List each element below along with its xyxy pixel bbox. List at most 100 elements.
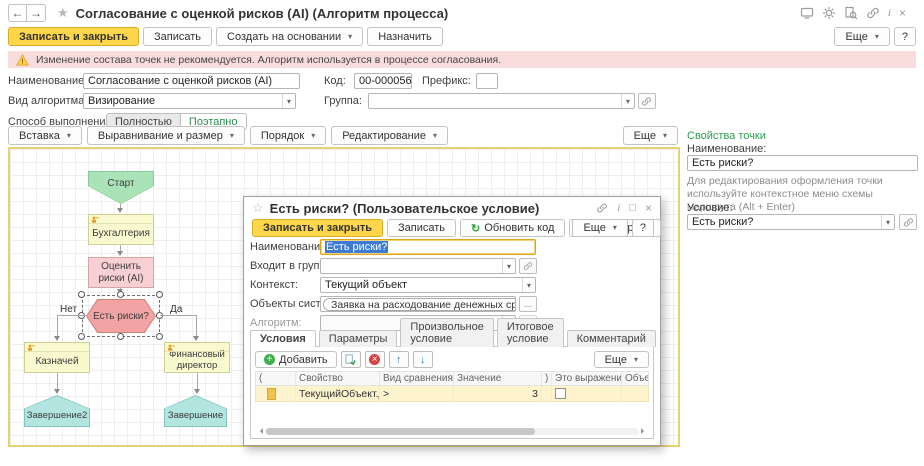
save-button[interactable]: Записать	[143, 27, 212, 46]
link-icon[interactable]	[866, 6, 880, 20]
cell-property[interactable]: ТекущийОбъект.Доп...	[296, 386, 380, 401]
move-up-button[interactable]: ↑	[389, 351, 409, 368]
insert-button[interactable]: Вставка▾	[8, 126, 82, 145]
tab-custom-condition[interactable]: Произвольное условие	[400, 318, 493, 347]
scroll-right-icon[interactable]	[641, 428, 647, 434]
favorite-star-icon[interactable]: ☆	[252, 200, 264, 216]
scrollbar-track[interactable]	[265, 428, 639, 435]
flow-node-decision[interactable]: Есть риски?	[86, 299, 156, 333]
dialog-group-link-button[interactable]	[519, 258, 537, 274]
chevron-down-icon[interactable]: ▾	[621, 94, 630, 108]
settings-gear-icon[interactable]	[822, 6, 836, 20]
cell-close-paren[interactable]	[542, 386, 552, 401]
table-more-button[interactable]: Еще▾	[594, 351, 649, 368]
dialog-group-input[interactable]: ▾	[320, 258, 516, 274]
column-join-with[interactable]: Объединение с	[622, 372, 648, 385]
help-button[interactable]: ?	[894, 27, 916, 46]
chevron-down-icon[interactable]: ▾	[522, 278, 531, 292]
dialog-help-button[interactable]: ?	[632, 219, 654, 237]
selection-handle[interactable]	[156, 291, 163, 298]
flow-node-fin-director[interactable]: Финансовый директор	[164, 342, 230, 373]
horizontal-scrollbar[interactable]	[257, 427, 647, 435]
cell-join-with[interactable]	[622, 386, 648, 401]
copy-row-button[interactable]	[341, 351, 361, 368]
chevron-down-icon[interactable]: ▾	[502, 259, 511, 273]
object-tag[interactable]: Заявка на расходование денежных средств …	[323, 298, 516, 311]
info-icon[interactable]: i	[617, 202, 620, 214]
flow-node-end2[interactable]: Завершение2	[24, 395, 90, 427]
is-expression-checkbox[interactable]	[555, 388, 566, 399]
dialog-save-button[interactable]: Записать	[387, 219, 456, 237]
warning-bar: ! Изменение состава точек не рекомендует…	[8, 51, 916, 68]
align-size-button[interactable]: Выравнивание и размер▾	[87, 126, 245, 145]
save-close-button[interactable]: Записать и закрыть	[8, 27, 139, 46]
maximize-icon[interactable]: □	[629, 202, 636, 214]
dialog-objects-field[interactable]: Заявка на расходование денежных средств …	[320, 296, 516, 312]
column-comparison[interactable]: Вид сравнения	[380, 372, 454, 385]
chevron-down-icon[interactable]: ▾	[881, 215, 890, 229]
table-row[interactable]: ТекущийОбъект.Доп... > 3	[255, 386, 649, 402]
name-input[interactable]: Согласование с оценкой рисков (AI)	[83, 73, 300, 89]
cell-comparison[interactable]: >	[380, 386, 454, 401]
condition-input[interactable]: Есть риски?▾	[687, 214, 895, 230]
display-icon[interactable]	[800, 6, 814, 20]
condition-link-button[interactable]	[899, 214, 917, 230]
chevron-down-icon[interactable]: ▾	[282, 94, 291, 108]
code-input[interactable]: 00-000056	[354, 73, 412, 89]
more-button[interactable]: Еще▾	[834, 27, 889, 46]
tab-comment[interactable]: Комментарий	[567, 330, 656, 347]
group-input[interactable]: ▾	[368, 93, 635, 109]
kind-select[interactable]: Визирование▾	[83, 93, 296, 109]
selection-handle[interactable]	[117, 333, 124, 340]
tab-total-condition[interactable]: Итоговое условие	[497, 318, 564, 347]
scroll-left-icon[interactable]	[257, 428, 263, 434]
table-toolbar: + Добавить × ↑ ↓ Еще▾	[255, 350, 649, 369]
selection-handle[interactable]	[78, 291, 85, 298]
column-is-expression[interactable]: Это выражение	[552, 372, 622, 385]
tab-conditions[interactable]: Условия	[250, 330, 316, 347]
flow-node-assess[interactable]: Оценить риски (AI)	[88, 257, 154, 288]
dialog-name-input[interactable]: Есть риски?	[320, 239, 536, 255]
canvas-more-button[interactable]: Еще▾	[623, 126, 678, 145]
flow-node-end1[interactable]: Завершение	[164, 395, 227, 427]
delete-row-button[interactable]: ×	[365, 351, 385, 368]
selection-handle[interactable]	[117, 291, 124, 298]
edit-button[interactable]: Редактирование▾	[331, 126, 448, 145]
scrollbar-thumb[interactable]	[266, 428, 535, 435]
group-link-button[interactable]	[638, 93, 656, 109]
close-icon[interactable]: ×	[899, 6, 906, 20]
add-row-label: Добавить	[279, 354, 328, 366]
nav-back-button[interactable]: ←	[8, 4, 27, 22]
close-icon[interactable]: ×	[645, 201, 652, 215]
order-button[interactable]: Порядок▾	[250, 126, 326, 145]
assign-button[interactable]: Назначить	[367, 27, 443, 46]
selection-handle[interactable]	[156, 333, 163, 340]
condition-dialog: ☆ Есть риски? (Пользовательское условие)…	[243, 196, 661, 446]
dialog-context-value: Текущий объект	[325, 279, 407, 291]
dialog-objects-ellipsis-button[interactable]: ...	[519, 296, 537, 312]
add-row-button[interactable]: + Добавить	[255, 351, 337, 368]
column-property[interactable]: Свойство	[296, 372, 380, 385]
dialog-save-close-button[interactable]: Записать и закрыть	[252, 219, 383, 237]
cell-value[interactable]: 3	[454, 386, 542, 401]
search-document-icon[interactable]	[844, 6, 858, 20]
column-open-paren[interactable]: (	[256, 372, 296, 385]
prefix-input[interactable]	[476, 73, 498, 89]
move-down-button[interactable]: ↓	[413, 351, 433, 368]
nav-forward-button[interactable]: →	[27, 4, 46, 22]
dialog-context-select[interactable]: Текущий объект ▾	[320, 277, 536, 293]
flow-node-treasurer[interactable]: Казначей	[24, 342, 90, 373]
info-icon[interactable]: i	[888, 7, 891, 19]
favorite-star-icon[interactable]: ★	[57, 5, 69, 21]
column-close-paren[interactable]: )	[542, 372, 552, 385]
flow-node-start[interactable]: Старт	[88, 171, 154, 204]
column-value[interactable]: Значение	[454, 372, 542, 385]
create-based-button[interactable]: Создать на основании▾	[216, 27, 363, 46]
flow-node-accounting[interactable]: Бухгалтерия	[88, 214, 154, 245]
dialog-more-button[interactable]: Еще▾	[572, 219, 627, 237]
refresh-code-button[interactable]: ↻Обновить код	[460, 219, 565, 237]
tab-parameters[interactable]: Параметры	[319, 330, 398, 347]
point-name-input[interactable]: Есть риски?	[687, 155, 918, 171]
selection-handle[interactable]	[78, 333, 85, 340]
link-icon[interactable]	[596, 202, 608, 214]
